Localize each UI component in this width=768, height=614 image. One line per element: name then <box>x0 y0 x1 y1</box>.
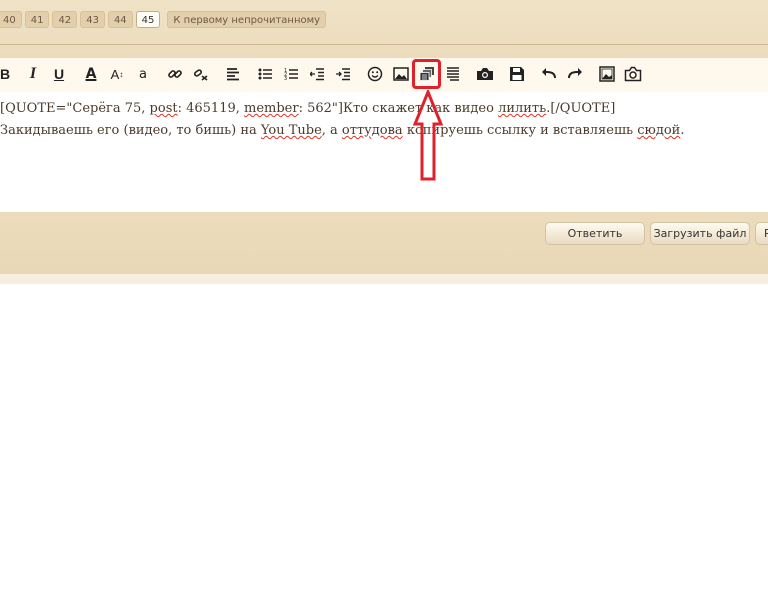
first-unread-link[interactable]: К первому непрочитанному <box>167 11 327 28</box>
preview-button[interactable]: Р <box>755 222 768 245</box>
editor-toolbar: B I U A A ↕ a 123 <box>0 58 768 93</box>
smiley-icon[interactable] <box>364 63 386 85</box>
quote-text-part: : 465119, <box>177 101 244 116</box>
camera-icon[interactable] <box>474 63 496 85</box>
font-family-button[interactable]: a <box>132 63 154 85</box>
quote-list-icon[interactable] <box>442 63 464 85</box>
reply-button[interactable]: Ответить <box>545 222 645 245</box>
screenshot-icon[interactable] <box>622 63 644 85</box>
editor-line-reply: Закидываешь его (видео, то бишь) на You … <box>0 123 685 138</box>
font-size-label: A <box>110 66 120 82</box>
bold-button[interactable]: B <box>0 63 16 85</box>
message-editor[interactable]: [QUOTE="Серёга 75, post: 465119, member:… <box>0 92 768 212</box>
font-size-button[interactable]: A ↕ <box>106 63 128 85</box>
top-divider <box>0 44 768 45</box>
image-icon[interactable] <box>390 63 412 85</box>
upload-file-button[interactable]: Загрузить файл <box>650 222 750 245</box>
misspelled-word: сюдой <box>637 123 681 138</box>
misspelled-word: лилить <box>498 101 547 116</box>
quote-text-part: [QUOTE="Серёга 75, <box>0 101 150 116</box>
bullet-list-icon[interactable] <box>254 63 276 85</box>
page-link-current[interactable]: 45 <box>135 11 161 28</box>
italic-button[interactable]: I <box>22 63 44 85</box>
quote-text-part: : 562"]Кто скажет как видео <box>298 101 499 116</box>
page-link[interactable]: 40 <box>0 11 22 28</box>
editor-actions-bar: Ответить Загрузить файл Р <box>0 212 768 274</box>
page-link[interactable]: 42 <box>52 11 78 28</box>
outdent-icon[interactable] <box>306 63 328 85</box>
misspelled-word: post <box>149 101 178 116</box>
unlink-icon[interactable] <box>190 63 212 85</box>
redo-icon[interactable] <box>564 63 586 85</box>
font-family-label: a <box>139 66 147 82</box>
footer-strip <box>0 274 768 284</box>
numbered-list-icon[interactable]: 123 <box>280 63 302 85</box>
misspelled-word: member <box>244 101 299 116</box>
insert-picture-icon[interactable] <box>596 63 618 85</box>
editor-line-quote: [QUOTE="Серёга 75, post: 465119, member:… <box>0 101 615 116</box>
align-left-icon[interactable] <box>222 63 244 85</box>
page-link[interactable]: 43 <box>80 11 105 28</box>
page-link[interactable]: 41 <box>24 11 50 28</box>
font-color-button[interactable]: A <box>80 63 102 85</box>
reply-text-part: Закидываешь его (видео, то бишь) на <box>0 123 261 138</box>
quote-text-part: .[/QUOTE] <box>546 101 616 116</box>
save-icon[interactable] <box>506 63 528 85</box>
top-bar <box>0 0 768 58</box>
underline-button[interactable]: U <box>48 63 70 85</box>
link-icon[interactable] <box>164 63 186 85</box>
annotation-highlight-box <box>412 59 441 89</box>
indent-icon[interactable] <box>332 63 354 85</box>
misspelled-word: оттудова <box>341 123 403 138</box>
misspelled-word: You Tube <box>260 123 322 138</box>
pagination: 40 41 42 43 44 45 К первому непрочитанно… <box>0 11 327 28</box>
page-link[interactable]: 44 <box>107 11 133 28</box>
svg-text:3: 3 <box>284 76 287 81</box>
reply-text-part: , а <box>321 123 342 138</box>
annotation-arrow-icon <box>413 90 443 181</box>
reply-text-part: . <box>680 123 685 138</box>
undo-icon[interactable] <box>538 63 560 85</box>
